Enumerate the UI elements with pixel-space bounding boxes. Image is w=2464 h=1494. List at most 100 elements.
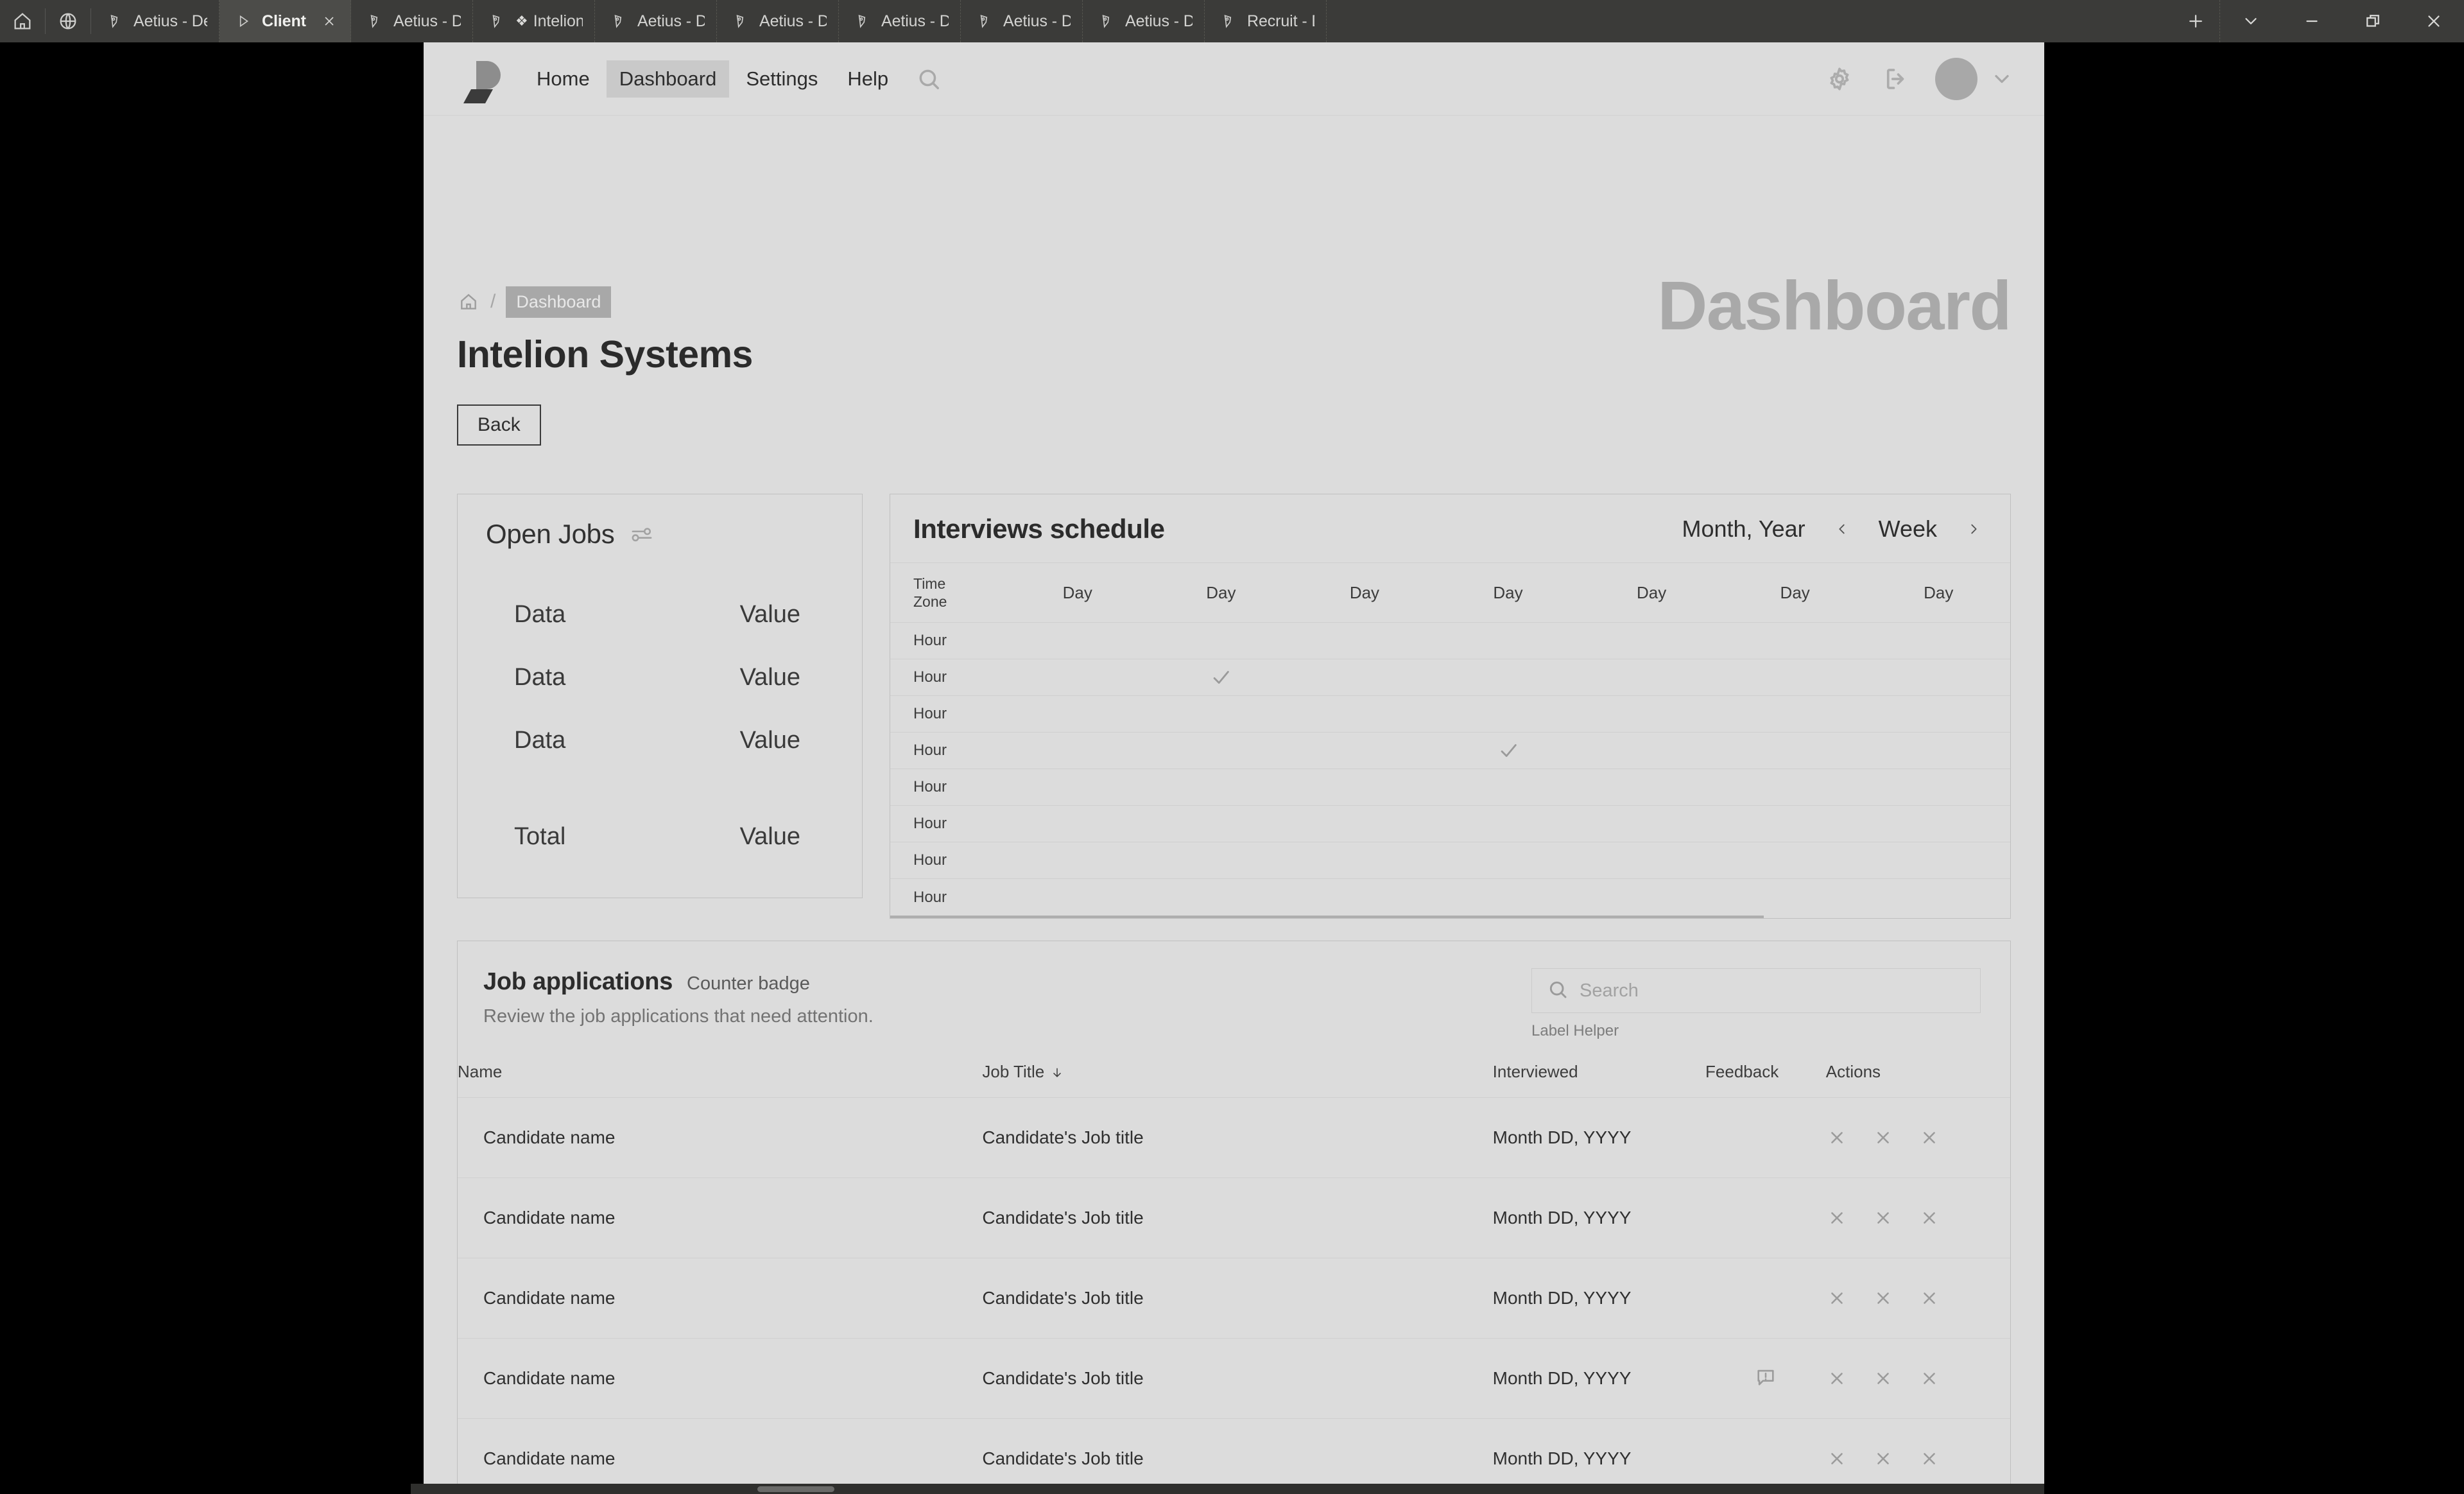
schedule-cell[interactable] — [1293, 696, 1436, 732]
schedule-cell[interactable] — [1006, 659, 1150, 695]
column-header-interviewed[interactable]: Interviewed — [1492, 1062, 1706, 1099]
schedule-cell[interactable] — [1293, 623, 1436, 659]
schedule-cell-checked[interactable] — [1436, 733, 1580, 769]
schedule-cell[interactable] — [1723, 842, 1867, 878]
arrow-down-icon[interactable] — [1051, 1062, 1064, 1082]
horizontal-scrollbar[interactable] — [411, 1484, 2044, 1494]
schedule-cell[interactable] — [1723, 879, 1867, 916]
schedule-cell[interactable] — [1723, 806, 1867, 842]
close-icon[interactable] — [1918, 1207, 1940, 1229]
close-icon[interactable] — [320, 12, 339, 31]
schedule-cell[interactable] — [1580, 806, 1723, 842]
chevron-left-icon[interactable] — [1831, 516, 1853, 542]
table-row[interactable]: Candidate name Candidate's Job title Month… — [458, 1097, 2010, 1179]
schedule-cell[interactable] — [1436, 769, 1580, 805]
schedule-cell[interactable] — [1436, 806, 1580, 842]
new-tab-button[interactable] — [2172, 0, 2219, 42]
back-button[interactable]: Back — [457, 404, 541, 446]
close-icon[interactable] — [1872, 1287, 1894, 1309]
gear-icon[interactable] — [1822, 62, 1857, 96]
schedule-cell[interactable] — [1580, 842, 1723, 878]
schedule-month-selector[interactable]: Month, Year — [1682, 516, 1805, 543]
schedule-cell-checked[interactable] — [1150, 659, 1293, 695]
schedule-cell[interactable] — [1150, 842, 1293, 878]
browser-tab[interactable]: Aetius - Design / App Au — [717, 0, 839, 42]
chevron-down-icon[interactable] — [2220, 0, 2281, 42]
schedule-cell[interactable] — [1866, 659, 2010, 695]
close-icon[interactable] — [1826, 1207, 1848, 1229]
schedule-cell[interactable] — [1866, 769, 2010, 805]
close-icon[interactable] — [1918, 1287, 1940, 1309]
schedule-cell[interactable] — [1866, 879, 2010, 916]
schedule-cell[interactable] — [1436, 659, 1580, 695]
home-icon[interactable] — [0, 0, 45, 42]
browser-tab[interactable]: Aetius - Design / Candid — [839, 0, 961, 42]
schedule-cell[interactable] — [1150, 879, 1293, 916]
close-icon[interactable] — [2403, 0, 2464, 42]
schedule-cell[interactable] — [1150, 623, 1293, 659]
schedule-cell[interactable] — [1293, 659, 1436, 695]
schedule-cell[interactable] — [1866, 623, 2010, 659]
schedule-cell[interactable] — [1580, 769, 1723, 805]
browser-tab[interactable]: Aetius - Design / Intervie — [961, 0, 1083, 42]
schedule-range-selector[interactable]: Week — [1879, 516, 1937, 543]
column-header-actions[interactable]: Actions — [1825, 1062, 2010, 1099]
schedule-cell[interactable] — [1293, 769, 1436, 805]
schedule-cell[interactable] — [1866, 733, 2010, 769]
schedule-cell[interactable] — [1293, 806, 1436, 842]
close-icon[interactable] — [1918, 1368, 1940, 1389]
schedule-cell[interactable] — [1006, 806, 1150, 842]
schedule-cell[interactable] — [1580, 623, 1723, 659]
close-icon[interactable] — [1826, 1448, 1848, 1470]
schedule-cell[interactable] — [1723, 733, 1867, 769]
browser-tab[interactable]: Aetius - Design — [91, 0, 220, 42]
schedule-cell[interactable] — [1006, 879, 1150, 916]
close-icon[interactable] — [1872, 1207, 1894, 1229]
schedule-cell[interactable] — [1436, 842, 1580, 878]
column-header-job-title[interactable]: Job Title — [982, 1062, 1493, 1099]
search-input[interactable] — [1580, 980, 1965, 1002]
schedule-cell[interactable] — [1580, 879, 1723, 916]
chevron-down-icon[interactable] — [1989, 66, 2015, 92]
nav-item-settings[interactable]: Settings — [733, 60, 831, 98]
schedule-cell[interactable] — [1293, 879, 1436, 916]
close-icon[interactable] — [1872, 1368, 1894, 1389]
restore-icon[interactable] — [2342, 0, 2403, 42]
breadcrumb-current[interactable]: Dashboard — [506, 286, 612, 318]
schedule-cell[interactable] — [1436, 879, 1580, 916]
schedule-cell[interactable] — [1866, 806, 2010, 842]
browser-tab[interactable]: Client - Aetius - Des — [220, 0, 351, 42]
schedule-cell[interactable] — [1150, 733, 1293, 769]
schedule-cell[interactable] — [1723, 696, 1867, 732]
schedule-cell[interactable] — [1723, 659, 1867, 695]
nav-item-dashboard[interactable]: Dashboard — [606, 60, 730, 98]
schedule-cell[interactable] — [1723, 769, 1867, 805]
schedule-cell[interactable] — [1866, 696, 2010, 732]
schedule-cell[interactable] — [1006, 623, 1150, 659]
schedule-cell[interactable] — [1150, 696, 1293, 732]
close-icon[interactable] — [1826, 1368, 1848, 1389]
browser-tab[interactable]: Recruit - Design / Websit — [1205, 0, 1327, 42]
nav-item-home[interactable]: Home — [524, 60, 603, 98]
close-icon[interactable] — [1918, 1127, 1940, 1149]
chevron-right-icon[interactable] — [1963, 516, 1985, 542]
schedule-cell[interactable] — [1580, 696, 1723, 732]
schedule-cell[interactable] — [1723, 623, 1867, 659]
close-icon[interactable] — [1872, 1127, 1894, 1149]
browser-tab[interactable]: ❖ Intelion Systems - Aet — [473, 0, 595, 42]
search-icon[interactable] — [908, 60, 950, 98]
close-icon[interactable] — [1826, 1287, 1848, 1309]
schedule-cell[interactable] — [1006, 696, 1150, 732]
schedule-cell[interactable] — [1580, 733, 1723, 769]
schedule-cell[interactable] — [1150, 769, 1293, 805]
brand-logo-icon[interactable] — [457, 55, 506, 103]
close-icon[interactable] — [1872, 1448, 1894, 1470]
nav-item-help[interactable]: Help — [834, 60, 901, 98]
table-row[interactable]: Candidate name Candidate's Job title Month… — [458, 1338, 2010, 1420]
schedule-cell[interactable] — [1580, 659, 1723, 695]
close-icon[interactable] — [1918, 1448, 1940, 1470]
schedule-cell[interactable] — [1436, 623, 1580, 659]
table-row[interactable]: Candidate name Candidate's Job title Month… — [458, 1177, 2010, 1259]
column-header-name[interactable]: Name — [458, 1062, 983, 1099]
schedule-cell[interactable] — [1293, 733, 1436, 769]
